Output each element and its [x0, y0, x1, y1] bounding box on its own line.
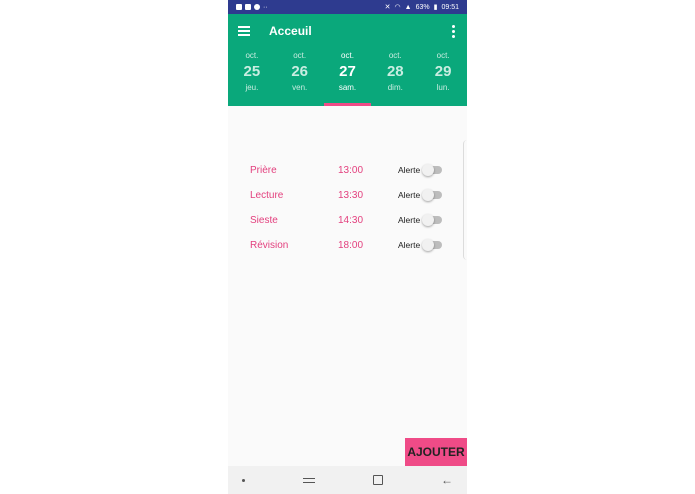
- day-tab-25[interactable]: oct. 25 jeu.: [228, 48, 276, 106]
- list-item[interactable]: Prière 13:00 Alerte: [250, 160, 445, 180]
- phone-screen: ·· ✕ ◠ ▲ 63% ▮ 09:51 Acceuil oct. 25 jeu…: [228, 0, 467, 494]
- battery-icon: ▮: [433, 4, 438, 11]
- day-month: oct.: [245, 51, 259, 60]
- item-label: Lecture: [250, 189, 284, 201]
- item-time: 13:00: [338, 164, 364, 176]
- alert-label: Alerte: [398, 190, 421, 200]
- day-tab-26[interactable]: oct. 26 ven.: [276, 48, 324, 106]
- home-square-icon[interactable]: [373, 475, 383, 485]
- item-label: Prière: [250, 164, 277, 176]
- day-weekday: lun.: [436, 83, 450, 92]
- alert-label: Alerte: [398, 240, 421, 250]
- list-item[interactable]: Sieste 14:30 Alerte: [250, 210, 445, 230]
- notification-icon: [254, 4, 260, 10]
- recent-apps-icon[interactable]: [303, 476, 315, 484]
- facebook-icon: [245, 4, 251, 10]
- day-tab-28[interactable]: oct. 28 dim.: [371, 48, 419, 106]
- nav-dot-icon: [242, 478, 245, 482]
- day-number: 28: [386, 63, 404, 80]
- wifi-icon: ◠: [394, 4, 401, 11]
- alert-toggle[interactable]: [422, 164, 442, 176]
- item-label: Sieste: [250, 214, 278, 226]
- item-time: 18:00: [338, 239, 364, 251]
- add-button[interactable]: AJOUTER: [405, 438, 467, 466]
- clock: 09:51: [441, 3, 459, 11]
- mute-icon: ✕: [384, 4, 391, 11]
- hamburger-menu-icon[interactable]: [238, 26, 250, 36]
- day-weekday: dim.: [387, 83, 403, 92]
- day-tab-27[interactable]: oct. 27 sam.: [323, 48, 372, 106]
- alert-label: Alerte: [398, 165, 421, 175]
- vertical-dots-icon[interactable]: [451, 24, 455, 38]
- day-weekday: jeu.: [245, 83, 259, 92]
- day-month: oct.: [293, 51, 307, 60]
- page-edge-handle[interactable]: [463, 140, 467, 260]
- day-number: 27: [339, 63, 356, 80]
- facebook-icon: [236, 4, 242, 10]
- day-month: oct.: [388, 51, 402, 60]
- day-selector: oct. 25 jeu. oct. 26 ven. oct. 27 sam. o…: [228, 48, 467, 106]
- more-dots-icon: ··: [263, 3, 268, 11]
- list-item[interactable]: Lecture 13:30 Alerte: [250, 185, 445, 205]
- day-weekday: sam.: [338, 83, 357, 92]
- alert-toggle[interactable]: [422, 214, 442, 226]
- day-number: 25: [243, 63, 261, 80]
- day-tab-29[interactable]: oct. 29 lun.: [419, 48, 467, 106]
- status-bar: ·· ✕ ◠ ▲ 63% ▮ 09:51: [228, 0, 467, 14]
- alert-toggle[interactable]: [422, 239, 442, 251]
- system-icons: ✕ ◠ ▲ 63% ▮ 09:51: [384, 3, 459, 12]
- day-number: 26: [291, 63, 309, 80]
- back-arrow-icon[interactable]: ←: [441, 474, 453, 486]
- day-month: oct.: [436, 51, 450, 60]
- item-label: Révision: [250, 239, 289, 251]
- page-title: Acceuil: [269, 24, 312, 38]
- day-month: oct.: [341, 51, 354, 60]
- day-number: 29: [434, 63, 452, 80]
- notification-icons: ··: [236, 4, 268, 11]
- item-time: 14:30: [338, 214, 364, 226]
- day-weekday: ven.: [292, 83, 308, 92]
- list-item[interactable]: Révision 18:00 Alerte: [250, 235, 445, 255]
- battery-percent: 63%: [415, 3, 430, 11]
- alert-label: Alerte: [398, 215, 421, 225]
- signal-icon: ▲: [404, 3, 412, 11]
- system-nav-bar: ←: [228, 466, 467, 494]
- app-toolbar: Acceuil: [228, 14, 467, 48]
- alert-toggle[interactable]: [422, 189, 442, 201]
- item-time: 13:30: [338, 189, 364, 201]
